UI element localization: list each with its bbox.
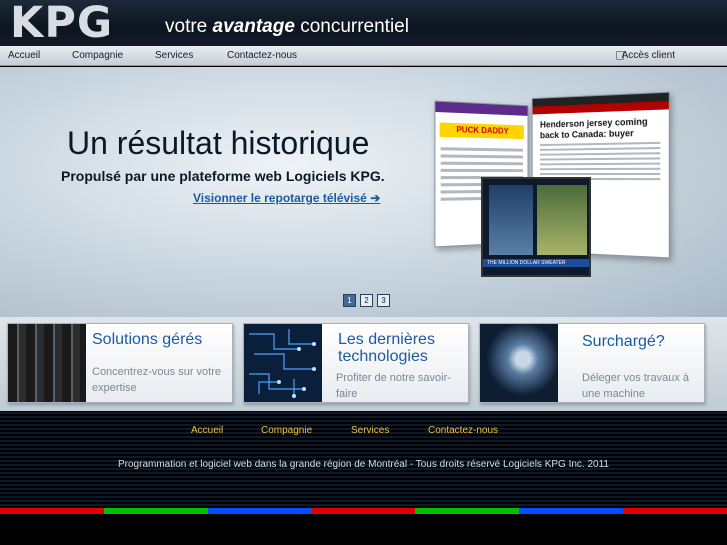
card-technologies[interactable]: Les dernières technologies Profiter de n… bbox=[243, 323, 469, 403]
card-text: Profiter de notre savoir-faire bbox=[336, 372, 451, 400]
server-room-image bbox=[8, 324, 86, 402]
card-title: Surchargé? bbox=[582, 333, 665, 350]
nav-services[interactable]: Services bbox=[155, 50, 193, 61]
slide-page-1[interactable]: 1 bbox=[343, 294, 356, 307]
card-title: Les dernières technologies bbox=[338, 331, 435, 365]
hero-banner: Un résultat historique Propulsé par une … bbox=[0, 67, 727, 317]
footer-nav-accueil[interactable]: Accueil bbox=[191, 425, 223, 436]
circuit-board-image bbox=[244, 324, 322, 402]
tv-ticker: THE MILLION DOLLAR SWEATER bbox=[483, 259, 589, 267]
top-nav: Accueil Compagnie Services Contactez-nou… bbox=[0, 46, 727, 66]
card-text: Concentrez-vous sur votre expertise bbox=[92, 366, 221, 394]
screenshot-header-bar bbox=[435, 101, 528, 116]
tagline-prefix: votre bbox=[165, 16, 208, 37]
tv-broadcast-image: THE MILLION DOLLAR SWEATER bbox=[481, 177, 591, 277]
copyright-text: Programmation et logiciel web dans la gr… bbox=[117, 459, 609, 470]
watch-report-link[interactable]: Visionner le repotarge télévisé ➔ bbox=[193, 191, 380, 205]
card-managed-solutions[interactable]: Solutions gérés Concentrez-vous sur votr… bbox=[7, 323, 233, 403]
tagline-suffix: concurrentiel bbox=[300, 16, 409, 37]
screenshot-banner: PUCK DADDY bbox=[439, 122, 524, 140]
nav-compagnie[interactable]: Compagnie bbox=[72, 50, 123, 61]
site-header: KPG votre avantage concurrentiel bbox=[0, 0, 727, 46]
card-text: Déleger vos travaux à une machine bbox=[582, 372, 689, 400]
site-footer: Accueil Compagnie Services Contactez-nou… bbox=[0, 411, 727, 508]
slide-page-2[interactable]: 2 bbox=[360, 294, 373, 307]
robot-image bbox=[480, 324, 558, 402]
tagline-bold: avantage bbox=[212, 16, 295, 37]
footer-nav-services[interactable]: Services bbox=[351, 425, 389, 436]
screenshot-headline: Henderson jersey coming back to Canada: … bbox=[539, 116, 648, 141]
nav-accueil[interactable]: Accueil bbox=[8, 50, 40, 61]
footer-nav-compagnie[interactable]: Compagnie bbox=[261, 425, 312, 436]
hero-title: Un résultat historique bbox=[67, 125, 370, 161]
card-overloaded[interactable]: Surchargé? Déleger vos travaux à une mac… bbox=[479, 323, 705, 403]
slide-page-3[interactable]: 3 bbox=[377, 294, 390, 307]
anchor-image bbox=[489, 185, 533, 255]
client-access-link[interactable]: Accès client bbox=[622, 50, 675, 61]
nav-contact[interactable]: Contactez-nous bbox=[227, 50, 297, 61]
footer-nav-contact[interactable]: Contactez-nous bbox=[428, 425, 498, 436]
tagline: votre avantage concurrentiel bbox=[165, 16, 409, 38]
kpg-logo[interactable]: KPG bbox=[10, 0, 113, 46]
page-bottom bbox=[0, 514, 727, 545]
feature-cards: Solutions gérés Concentrez-vous sur votr… bbox=[0, 317, 727, 411]
card-title: Solutions gérés bbox=[92, 331, 203, 348]
hero-subtitle: Propulsé par une plateforme web Logiciel… bbox=[61, 168, 385, 184]
guest-image bbox=[537, 185, 587, 255]
